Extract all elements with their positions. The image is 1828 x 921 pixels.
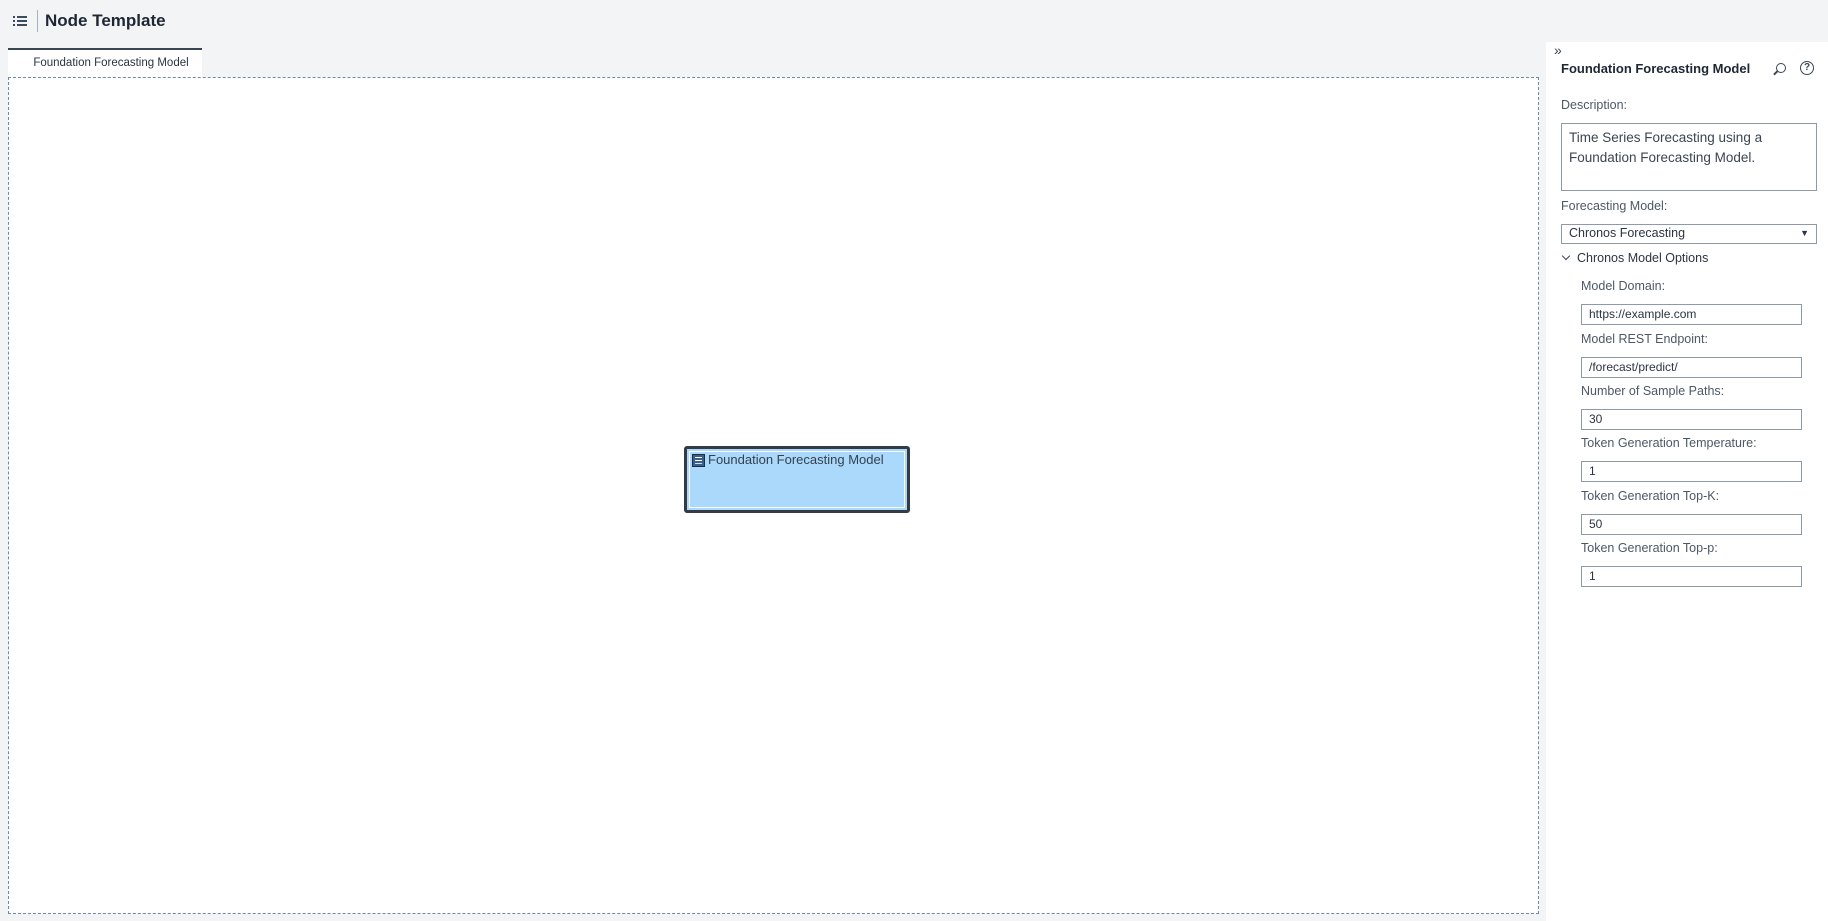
chevron-down-icon bbox=[1561, 251, 1571, 261]
properties-panel: » Foundation Forecasting Model ? Descrip… bbox=[1546, 42, 1828, 921]
top-k-label: Token Generation Top-K: bbox=[1581, 489, 1720, 503]
options-group-label: Chronos Model Options bbox=[1577, 251, 1709, 265]
forecasting-model-label: Forecasting Model: bbox=[1561, 199, 1668, 213]
chevron-down-icon: ▼ bbox=[1800, 228, 1809, 238]
top-k-input[interactable]: 50 bbox=[1581, 514, 1802, 535]
model-domain-input[interactable]: https://example.com bbox=[1581, 304, 1802, 325]
sample-paths-label: Number of Sample Paths: bbox=[1581, 384, 1725, 398]
collapse-panel-icon[interactable]: » bbox=[1554, 43, 1562, 57]
model-domain-label: Model Domain: bbox=[1581, 279, 1666, 293]
description-label: Description: bbox=[1561, 98, 1627, 112]
forecast-model-icon bbox=[692, 454, 705, 467]
sample-paths-input[interactable]: 30 bbox=[1581, 409, 1802, 430]
page-title: Node Template bbox=[45, 11, 166, 30]
forecasting-model-value: Chronos Forecasting bbox=[1569, 226, 1686, 240]
search-icon[interactable] bbox=[1776, 63, 1786, 73]
top-p-input[interactable]: 1 bbox=[1581, 566, 1802, 587]
list-icon[interactable] bbox=[13, 15, 27, 27]
tab-foundation-forecasting-model[interactable]: Foundation Forecasting Model bbox=[8, 48, 202, 78]
model-rest-endpoint-label: Model REST Endpoint: bbox=[1581, 332, 1708, 346]
pipeline-node[interactable]: Foundation Forecasting Model bbox=[684, 446, 910, 513]
temperature-label: Token Generation Temperature: bbox=[1581, 436, 1757, 450]
description-textarea[interactable]: Time Series Forecasting using a Foundati… bbox=[1561, 123, 1817, 191]
node-label: Foundation Forecasting Model bbox=[708, 452, 884, 467]
header-divider bbox=[37, 10, 38, 32]
help-icon[interactable]: ? bbox=[1800, 61, 1814, 75]
panel-title: Foundation Forecasting Model bbox=[1561, 61, 1751, 76]
temperature-input[interactable]: 1 bbox=[1581, 461, 1802, 482]
top-p-label: Token Generation Top-p: bbox=[1581, 541, 1718, 555]
forecasting-model-select[interactable]: Chronos Forecasting ▼ bbox=[1561, 224, 1817, 244]
header-bar: Node Template bbox=[0, 0, 1828, 42]
model-rest-endpoint-input[interactable]: /forecast/predict/ bbox=[1581, 357, 1802, 378]
chronos-options-toggle[interactable]: Chronos Model Options bbox=[1561, 251, 1709, 265]
pipeline-canvas[interactable]: Foundation Forecasting Model bbox=[8, 77, 1539, 914]
